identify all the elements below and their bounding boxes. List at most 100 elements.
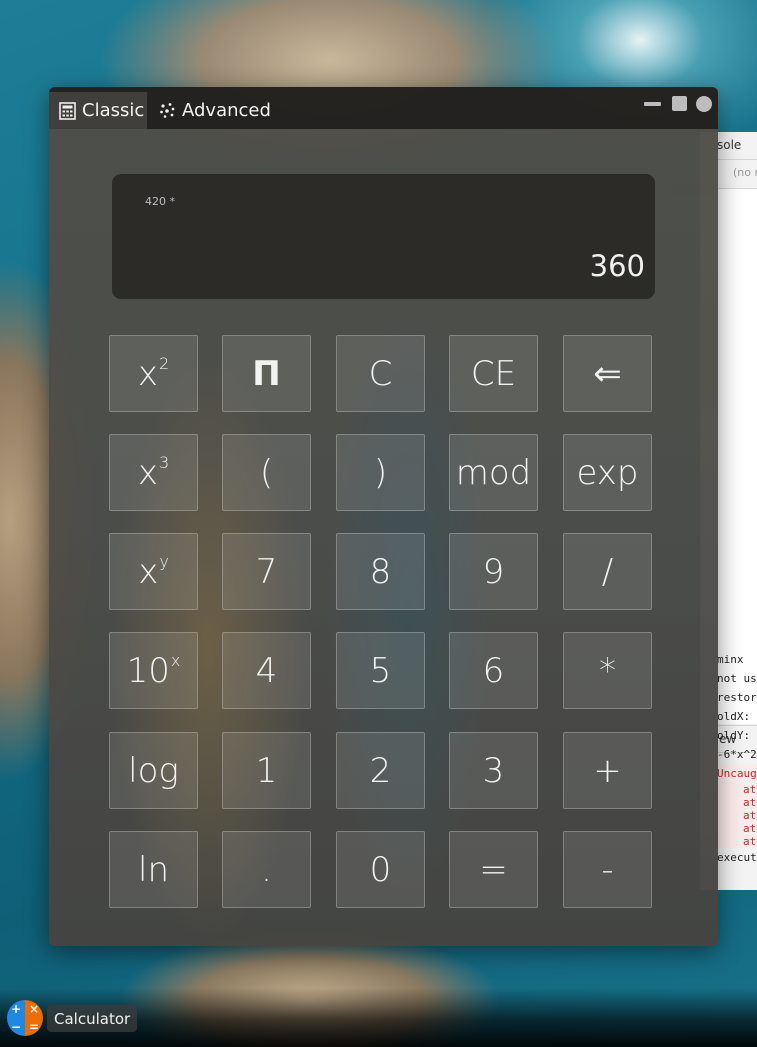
power-key[interactable]: xy — [109, 533, 198, 610]
console-line: restor — [717, 691, 757, 704]
minus-glyph-icon: − — [7, 1018, 25, 1036]
key-label: 9 — [482, 551, 505, 592]
tab-classic[interactable]: Classic — [49, 92, 147, 129]
key-label: x — [138, 551, 159, 592]
sparkle-icon — [160, 103, 175, 118]
maximize-button[interactable] — [672, 96, 687, 111]
console-stack-line: at — [743, 809, 757, 822]
digit-1-key[interactable]: 1 — [222, 732, 311, 809]
key-label: 10 — [126, 650, 170, 691]
key-label: . — [261, 849, 272, 890]
key-label: 1 — [255, 750, 278, 791]
key-superscript: 2 — [158, 354, 170, 373]
console-stack-line: at — [743, 822, 757, 835]
backspace-key[interactable]: ⇐ — [563, 335, 652, 412]
calculator-app-icon[interactable]: + × − = — [7, 1000, 43, 1036]
key-label: - — [601, 849, 614, 890]
divide-key[interactable]: / — [563, 533, 652, 610]
calculator-icon — [59, 101, 76, 120]
key-superscript: y — [159, 552, 169, 571]
times-glyph-icon: × — [25, 1000, 43, 1018]
key-label: mod — [455, 452, 532, 493]
console-line: not us — [717, 672, 757, 685]
digit-8-key[interactable]: 8 — [336, 533, 425, 610]
ln-key[interactable]: ln — [109, 831, 198, 908]
minus-key[interactable]: - — [563, 831, 652, 908]
decimal-key[interactable]: . — [222, 831, 311, 908]
console-error-block: Uncaug at at at at at — [717, 764, 757, 848]
key-label: 3 — [482, 750, 505, 791]
close-paren-key[interactable]: ) — [336, 434, 425, 511]
console-stack-line: at — [743, 783, 757, 796]
console-log-lines: minx not us restor oldX: oldY: -6*x^2 Un… — [717, 650, 757, 867]
pi-key[interactable]: Π — [222, 335, 311, 412]
key-label: log — [128, 750, 179, 791]
cube-key[interactable]: x3 — [109, 434, 198, 511]
console-line: execut — [717, 851, 757, 864]
equals-key[interactable]: = — [449, 831, 538, 908]
tab-advanced-label: Advanced — [182, 100, 271, 121]
console-line: oldY: — [717, 729, 751, 742]
key-label: + — [593, 750, 622, 791]
calculator-window: Classic Advanced 420 * 360 x 2 Π C CE ⇐ x 3() mo… — [49, 87, 718, 946]
digit-5-key[interactable]: 5 — [336, 632, 425, 709]
key-label: 5 — [369, 650, 392, 691]
key-label: ) — [373, 452, 388, 493]
key-label: 0 — [369, 849, 392, 890]
mod-key[interactable]: mod — [449, 434, 538, 511]
digit-0-key[interactable]: 0 — [336, 831, 425, 908]
exp-key[interactable]: exp — [563, 434, 652, 511]
log-key[interactable]: log — [109, 732, 198, 809]
digit-2-key[interactable]: 2 — [336, 732, 425, 809]
digit-6-key[interactable]: 6 — [449, 632, 538, 709]
plus-key[interactable]: + — [563, 732, 652, 809]
clear-entry-key[interactable]: CE — [449, 335, 538, 412]
key-label: ( — [259, 452, 274, 493]
digit-4-key[interactable]: 4 — [222, 632, 311, 709]
key-superscript: x — [170, 651, 181, 670]
console-stack-line: at — [743, 796, 757, 809]
key-label: ln — [138, 849, 169, 890]
result-text: 360 — [589, 249, 645, 283]
key-label: 4 — [255, 650, 278, 691]
square-key[interactable]: x2 — [109, 335, 198, 412]
console-line: minx — [717, 653, 744, 666]
tab-classic-label: Classic — [82, 100, 145, 121]
taskbar-app-button[interactable]: Calculator — [47, 1005, 138, 1032]
digit-3-key[interactable]: 3 — [449, 732, 538, 809]
equals-glyph-icon: = — [25, 1018, 43, 1036]
digit-7-key[interactable]: 7 — [222, 533, 311, 610]
console-error-line: Uncaug — [717, 767, 757, 780]
close-button[interactable] — [696, 96, 712, 112]
console-stack-line: at — [743, 835, 757, 848]
minimize-button[interactable] — [644, 102, 661, 106]
key-label: 2 — [369, 750, 392, 791]
key-label: 8 — [369, 551, 392, 592]
expression-text: 420 * — [145, 195, 175, 208]
tab-advanced[interactable]: Advanced — [149, 92, 271, 129]
key-label: Π — [252, 353, 281, 394]
console-line: oldX: — [717, 710, 751, 723]
key-superscript: 3 — [158, 453, 170, 472]
key-label: * — [599, 650, 616, 691]
key-label: / — [601, 551, 614, 592]
clear-key[interactable]: C — [336, 335, 425, 412]
digit-9-key[interactable]: 9 — [449, 533, 538, 610]
title-bar[interactable]: Classic Advanced — [49, 87, 718, 129]
calculator-display: 420 * 360 — [112, 174, 655, 299]
plus-glyph-icon: + — [7, 1000, 25, 1018]
ten-power-key[interactable]: 10 x — [109, 632, 198, 709]
key-label: 6 — [482, 650, 505, 691]
console-tab-label[interactable]: sole — [717, 138, 741, 152]
key-label: ⇐ — [593, 353, 622, 394]
open-paren-key[interactable]: ( — [222, 434, 311, 511]
key-label: x — [137, 353, 158, 394]
taskbar-app-label: Calculator — [54, 1009, 131, 1028]
key-label: 7 — [255, 551, 278, 592]
multiply-key[interactable]: * — [563, 632, 652, 709]
console-line: -6*x^2 — [717, 748, 757, 761]
key-label: = — [479, 849, 508, 890]
key-label: C — [368, 353, 393, 394]
key-label: x — [137, 452, 158, 493]
key-label: CE — [470, 353, 517, 394]
